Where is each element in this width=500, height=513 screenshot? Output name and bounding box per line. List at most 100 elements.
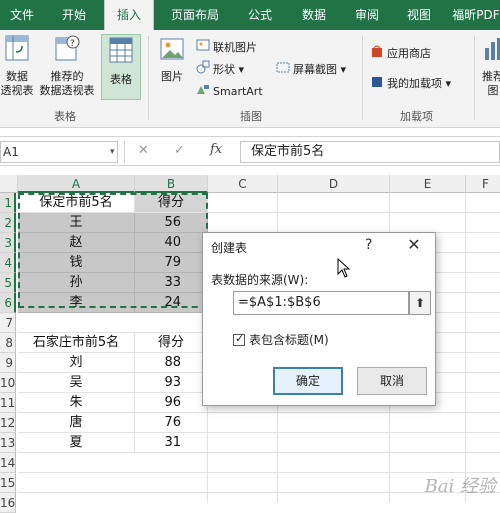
tab-file[interactable]: 文件 (0, 0, 44, 30)
store-icon (370, 44, 384, 64)
shapes-button[interactable]: 形状 ▾ (196, 60, 244, 78)
table-cell[interactable]: 夏 (18, 433, 135, 453)
table-cell[interactable]: 石家庄市前5名 (18, 333, 135, 353)
row-header[interactable]: 4 (0, 253, 16, 273)
ok-button[interactable]: 确定 (273, 367, 343, 395)
row-header[interactable]: 5 (0, 273, 16, 293)
recommended-charts-label-2: 图 (487, 84, 499, 97)
ribbon-insert: 数据 透视表 ? 推荐的 数据透视表 表格 表格 图片 联机图片 形状 ▾ Sm… (0, 30, 500, 128)
table-cell[interactable]: 31 (135, 433, 208, 453)
tab-page-layout[interactable]: 页面布局 (160, 0, 230, 30)
formula-input[interactable]: 保定市前5名 (240, 141, 500, 163)
checkbox-checked-icon: ✓ (233, 332, 245, 346)
row-header[interactable]: 2 (0, 213, 16, 233)
cell-b1[interactable]: 得分 (135, 193, 208, 213)
table-cell[interactable]: 钱 (18, 253, 135, 273)
store-button[interactable]: 应用商店 (370, 44, 431, 62)
table-cell[interactable]: 24 (135, 293, 208, 313)
table-cell[interactable]: 吴 (18, 373, 135, 393)
table-icon (109, 37, 133, 63)
picture-button[interactable]: 图片 (154, 34, 190, 84)
enter-formula-button[interactable]: ✓ (174, 143, 185, 158)
table-cell[interactable]: 96 (135, 393, 208, 413)
table-cell[interactable]: 40 (135, 233, 208, 253)
row-header[interactable]: 15 (0, 473, 16, 493)
table-cell[interactable]: 76 (135, 413, 208, 433)
smartart-button[interactable]: SmartArt (196, 82, 263, 100)
close-button[interactable]: ✕ (405, 235, 423, 254)
column-header-b[interactable]: B (135, 175, 208, 193)
row-header[interactable]: 14 (0, 453, 16, 473)
recommended-charts-label-1: 推荐 (482, 70, 500, 83)
online-pictures-button[interactable]: 联机图片 (196, 38, 257, 56)
tab-insert[interactable]: 插入 (104, 0, 154, 30)
table-cell[interactable]: 56 (135, 213, 208, 233)
table-button[interactable]: 表格 (101, 34, 141, 100)
row-header[interactable]: 8 (0, 333, 16, 353)
tab-data[interactable]: 数据 (290, 0, 338, 30)
table-cell[interactable]: 李 (18, 293, 135, 313)
column-header-a[interactable]: A (18, 175, 135, 193)
tab-view[interactable]: 视图 (396, 0, 442, 30)
row-header[interactable]: 6 (0, 293, 16, 313)
recommended-charts-button[interactable]: 推荐 图 (478, 34, 500, 98)
column-header-c[interactable]: C (208, 175, 278, 193)
ribbon-tab-bar: 文件 开始 插入 页面布局 公式 数据 审阅 视图 福昕PDF (0, 0, 500, 30)
table-cell[interactable]: 刘 (18, 353, 135, 373)
table-cell[interactable]: 88 (135, 353, 208, 373)
column-header-f[interactable]: F (466, 175, 500, 193)
smartart-label: SmartArt (213, 85, 263, 98)
table-cell[interactable]: 朱 (18, 393, 135, 413)
has-headers-checkbox[interactable]: ✓ 表包含标题(M) (233, 331, 329, 348)
insert-function-button[interactable]: fx (210, 142, 222, 157)
column-header-e[interactable]: E (390, 175, 466, 193)
row-header[interactable]: 16 (0, 493, 16, 513)
cell-a1[interactable]: 保定市前5名 (18, 193, 135, 213)
collapse-dialog-button[interactable]: ⬆ (409, 291, 431, 315)
cancel-button[interactable]: 取消 (357, 367, 427, 395)
formula-bar: A1 ▾ ✕ ✓ fx 保定市前5名 (0, 136, 500, 166)
online-pictures-label: 联机图片 (213, 41, 257, 54)
table-cell[interactable]: 93 (135, 373, 208, 393)
table-cell[interactable]: 唐 (18, 413, 135, 433)
row-header[interactable]: 10 (0, 373, 16, 393)
recommended-pivot-button[interactable]: ? 推荐的 数据透视表 (36, 34, 98, 98)
screenshot-icon (276, 60, 290, 80)
row-header[interactable]: 3 (0, 233, 16, 253)
source-range-input[interactable]: =$A$1:$B$6 (233, 291, 409, 315)
row-header[interactable]: 7 (0, 313, 16, 333)
source-label: 表数据的来源(W): (211, 273, 309, 287)
tab-foxit-pdf[interactable]: 福昕PDF (448, 0, 500, 30)
row-header[interactable]: 11 (0, 393, 16, 413)
my-addins-button[interactable]: 我的加载项 ▾ (370, 74, 451, 92)
cancel-formula-button[interactable]: ✕ (138, 143, 149, 158)
has-headers-label: 表包含标题(M) (249, 333, 329, 347)
row-header[interactable]: 9 (0, 353, 16, 373)
help-button[interactable]: ? (365, 237, 372, 253)
illustrations-group-label: 插图 (240, 110, 262, 123)
table-cell[interactable]: 33 (135, 273, 208, 293)
mouse-cursor-icon (337, 258, 351, 278)
table-label: 表格 (110, 73, 132, 86)
row-header[interactable]: 13 (0, 433, 16, 453)
row-header[interactable]: 12 (0, 413, 16, 433)
column-header-d[interactable]: D (278, 175, 390, 193)
select-all-corner[interactable] (0, 175, 18, 193)
group-separator (474, 36, 475, 120)
pivot-label-2: 透视表 (0, 84, 34, 97)
table-cell[interactable]: 赵 (18, 233, 135, 253)
tab-review[interactable]: 审阅 (344, 0, 390, 30)
table-cell[interactable]: 孙 (18, 273, 135, 293)
group-separator (148, 36, 149, 120)
name-box[interactable]: A1 (0, 141, 118, 163)
tab-formulas[interactable]: 公式 (236, 0, 284, 30)
table-cell[interactable]: 王 (18, 213, 135, 233)
table-cell[interactable]: 得分 (135, 333, 208, 353)
table-cell[interactable]: 79 (135, 253, 208, 273)
screenshot-button[interactable]: 屏幕截图 ▾ (276, 60, 346, 78)
screenshot-label: 屏幕截图 (293, 63, 337, 76)
tab-home[interactable]: 开始 (50, 0, 98, 30)
pivot-table-button[interactable]: 数据 透视表 (0, 34, 34, 98)
row-header[interactable]: 1 (0, 193, 16, 213)
name-box-dropdown-icon[interactable]: ▾ (110, 147, 115, 157)
